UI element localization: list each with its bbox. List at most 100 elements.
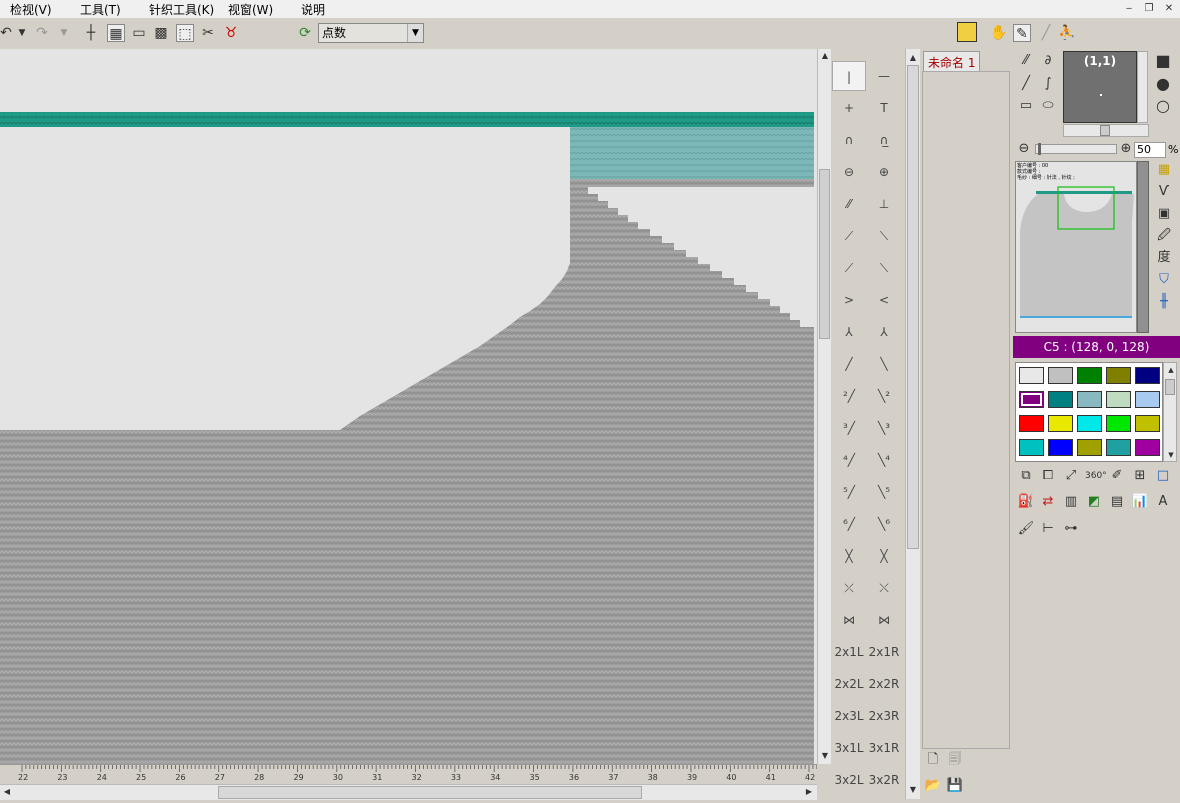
- stitch-symbol-button[interactable]: ⊥: [867, 189, 901, 219]
- stitch-symbol-button[interactable]: ⊕: [867, 157, 901, 187]
- color-swatch[interactable]: [1048, 367, 1073, 384]
- stitch-symbol-button[interactable]: ⟍: [867, 253, 901, 283]
- document-tab[interactable]: 未命名 1: [923, 51, 981, 71]
- save-icon[interactable]: 💾: [946, 777, 964, 795]
- stitch-symbol-button[interactable]: ╲⁶: [867, 509, 901, 539]
- color-swatch[interactable]: [1019, 415, 1044, 432]
- scroll-down-icon[interactable]: ▼: [1164, 448, 1178, 462]
- stitch-symbol-button[interactable]: ⁄⁄: [832, 189, 866, 219]
- palette-scroll-thumb[interactable]: [1165, 379, 1175, 395]
- zoom-in-icon[interactable]: ⊕: [1117, 140, 1135, 158]
- frame-icon[interactable]: □: [1154, 467, 1172, 485]
- stitch-count-select[interactable]: 点数 ▼: [318, 23, 424, 43]
- stitch-symbol-button[interactable]: 2x2R: [867, 669, 901, 699]
- color-swatch[interactable]: [1077, 415, 1102, 432]
- canvas-hscroll-thumb[interactable]: [218, 786, 642, 799]
- mask-icon[interactable]: ♉: [222, 24, 240, 42]
- color-swatch[interactable]: [1048, 439, 1073, 456]
- color-swatch[interactable]: [1077, 367, 1102, 384]
- rectangle-icon[interactable]: ▭: [1017, 97, 1035, 115]
- zoom-slider-thumb[interactable]: [1038, 143, 1041, 155]
- stitch-symbol-button[interactable]: >: [832, 285, 866, 315]
- column-alt-icon[interactable]: ▤: [1108, 493, 1126, 511]
- stitch-symbol-button[interactable]: |: [832, 61, 866, 91]
- shield-icon[interactable]: ⛉: [1155, 271, 1173, 289]
- ellipse-icon[interactable]: ⬭: [1039, 97, 1057, 115]
- redo-icon[interactable]: ↷: [34, 24, 50, 42]
- grid-block-icon[interactable]: ▣: [1155, 205, 1173, 223]
- menu-window[interactable]: 视窗(W): [228, 1, 273, 18]
- stitch-symbol-button[interactable]: ⅄: [867, 317, 901, 347]
- stitch-symbol-button[interactable]: ╳: [867, 541, 901, 571]
- brush-vscroll[interactable]: [1137, 51, 1148, 123]
- stitch-symbol-button[interactable]: ⤫: [832, 573, 866, 603]
- stitch-symbol-button[interactable]: ╲: [867, 349, 901, 379]
- new-file-icon[interactable]: 🗋: [924, 751, 942, 769]
- stitch-symbol-button[interactable]: <: [867, 285, 901, 315]
- stitch-symbol-button[interactable]: +: [832, 93, 866, 123]
- stitch-symbol-button[interactable]: 2x1L: [832, 637, 866, 667]
- color-swatch[interactable]: [1135, 415, 1160, 432]
- copy-file-icon[interactable]: 🗐: [946, 751, 964, 769]
- scroll-right-icon[interactable]: ▶: [802, 785, 816, 799]
- stitch-symbol-button[interactable]: 3x1R: [867, 733, 901, 763]
- stitch-symbol-button[interactable]: ⟋: [832, 253, 866, 283]
- hollow-brush-icon[interactable]: ○: [1154, 97, 1172, 115]
- scroll-up-icon[interactable]: ▲: [906, 51, 920, 65]
- zoom-out-icon[interactable]: ⊖: [1015, 140, 1033, 158]
- close-icon[interactable]: ✕: [1162, 2, 1176, 16]
- scroll-up-icon[interactable]: ▲: [818, 49, 832, 63]
- square-brush-icon[interactable]: ■: [1154, 52, 1172, 70]
- color-swatch[interactable]: [1048, 415, 1073, 432]
- stitch-panel-scrollbar[interactable]: ▲ ▼: [905, 49, 920, 799]
- duplicate-icon[interactable]: ⧠: [1039, 467, 1057, 485]
- degree-icon[interactable]: 度: [1155, 249, 1173, 267]
- stitch-scroll-thumb[interactable]: [907, 65, 919, 549]
- stitch-symbol-button[interactable]: ⋈: [832, 605, 866, 635]
- canvas-vertical-scrollbar[interactable]: ▲ ▼: [817, 49, 831, 764]
- stitch-symbol-button[interactable]: —: [867, 61, 901, 91]
- stitch-symbol-button[interactable]: ⊖: [832, 157, 866, 187]
- color-swatch[interactable]: [1077, 391, 1102, 408]
- refresh-icon[interactable]: ⟳: [296, 24, 314, 42]
- copy-block-icon[interactable]: ⧉: [1017, 467, 1035, 485]
- line-icon[interactable]: ╱: [1037, 24, 1055, 42]
- color-swatch[interactable]: [1019, 367, 1044, 384]
- palette-scrollbar[interactable]: ▲ ▼: [1163, 362, 1177, 462]
- stitch-symbol-button[interactable]: ⁴╱: [832, 445, 866, 475]
- text-icon[interactable]: A: [1154, 493, 1172, 511]
- navigator-preview[interactable]: 客户编号 : 00 款式编号 : 毛纱 : 细号 : 针法 , 针纹 ;: [1015, 161, 1137, 333]
- color-swatch[interactable]: [1019, 439, 1044, 456]
- fill-icon[interactable]: ⛽: [1017, 493, 1035, 511]
- round-brush-icon[interactable]: ●: [1154, 75, 1172, 93]
- stitch-symbol-button[interactable]: 2x3R: [867, 701, 901, 731]
- knit-canvas[interactable]: [0, 49, 817, 764]
- crosshair-icon[interactable]: ┼: [82, 24, 100, 42]
- marker-icon[interactable]: 🖉: [1155, 227, 1173, 245]
- color-swatch[interactable]: [1106, 439, 1131, 456]
- stitch-symbol-button[interactable]: ⁵╱: [832, 477, 866, 507]
- hand-icon[interactable]: ✋: [990, 24, 1008, 42]
- resize-icon[interactable]: ⤢: [1062, 467, 1080, 485]
- color-swatch[interactable]: [1135, 439, 1160, 456]
- layout-icon[interactable]: ▦: [1155, 161, 1173, 179]
- scroll-down-icon[interactable]: ▼: [906, 783, 920, 797]
- stitch-symbol-button[interactable]: ²╱: [832, 381, 866, 411]
- stitch-symbol-button[interactable]: 2x2L: [832, 669, 866, 699]
- align-icon[interactable]: ⊞: [1131, 467, 1149, 485]
- stitch-symbol-button[interactable]: ╲⁵: [867, 477, 901, 507]
- stitch-symbol-button[interactable]: ⁶╱: [832, 509, 866, 539]
- chevron-down-icon[interactable]: ▼: [407, 24, 423, 42]
- mesh-icon[interactable]: ▩: [152, 24, 170, 42]
- rotate-360-icon[interactable]: 360°: [1085, 467, 1107, 485]
- stitch-symbol-button[interactable]: ⋈: [867, 605, 901, 635]
- zoom-slider[interactable]: [1035, 143, 1117, 155]
- brush-marker-icon[interactable]: 🖌: [1017, 520, 1035, 538]
- curve-tool-icon[interactable]: ∂: [1039, 52, 1057, 70]
- menu-tools[interactable]: 工具(T): [80, 1, 121, 18]
- pencil-icon[interactable]: ⁄⁄: [1017, 52, 1035, 70]
- menu-help[interactable]: 说明: [301, 1, 325, 18]
- color-swatch[interactable]: [1135, 367, 1160, 384]
- select-tool-icon[interactable]: ⬚: [176, 24, 194, 42]
- edit-block-icon[interactable]: ✐: [1108, 467, 1126, 485]
